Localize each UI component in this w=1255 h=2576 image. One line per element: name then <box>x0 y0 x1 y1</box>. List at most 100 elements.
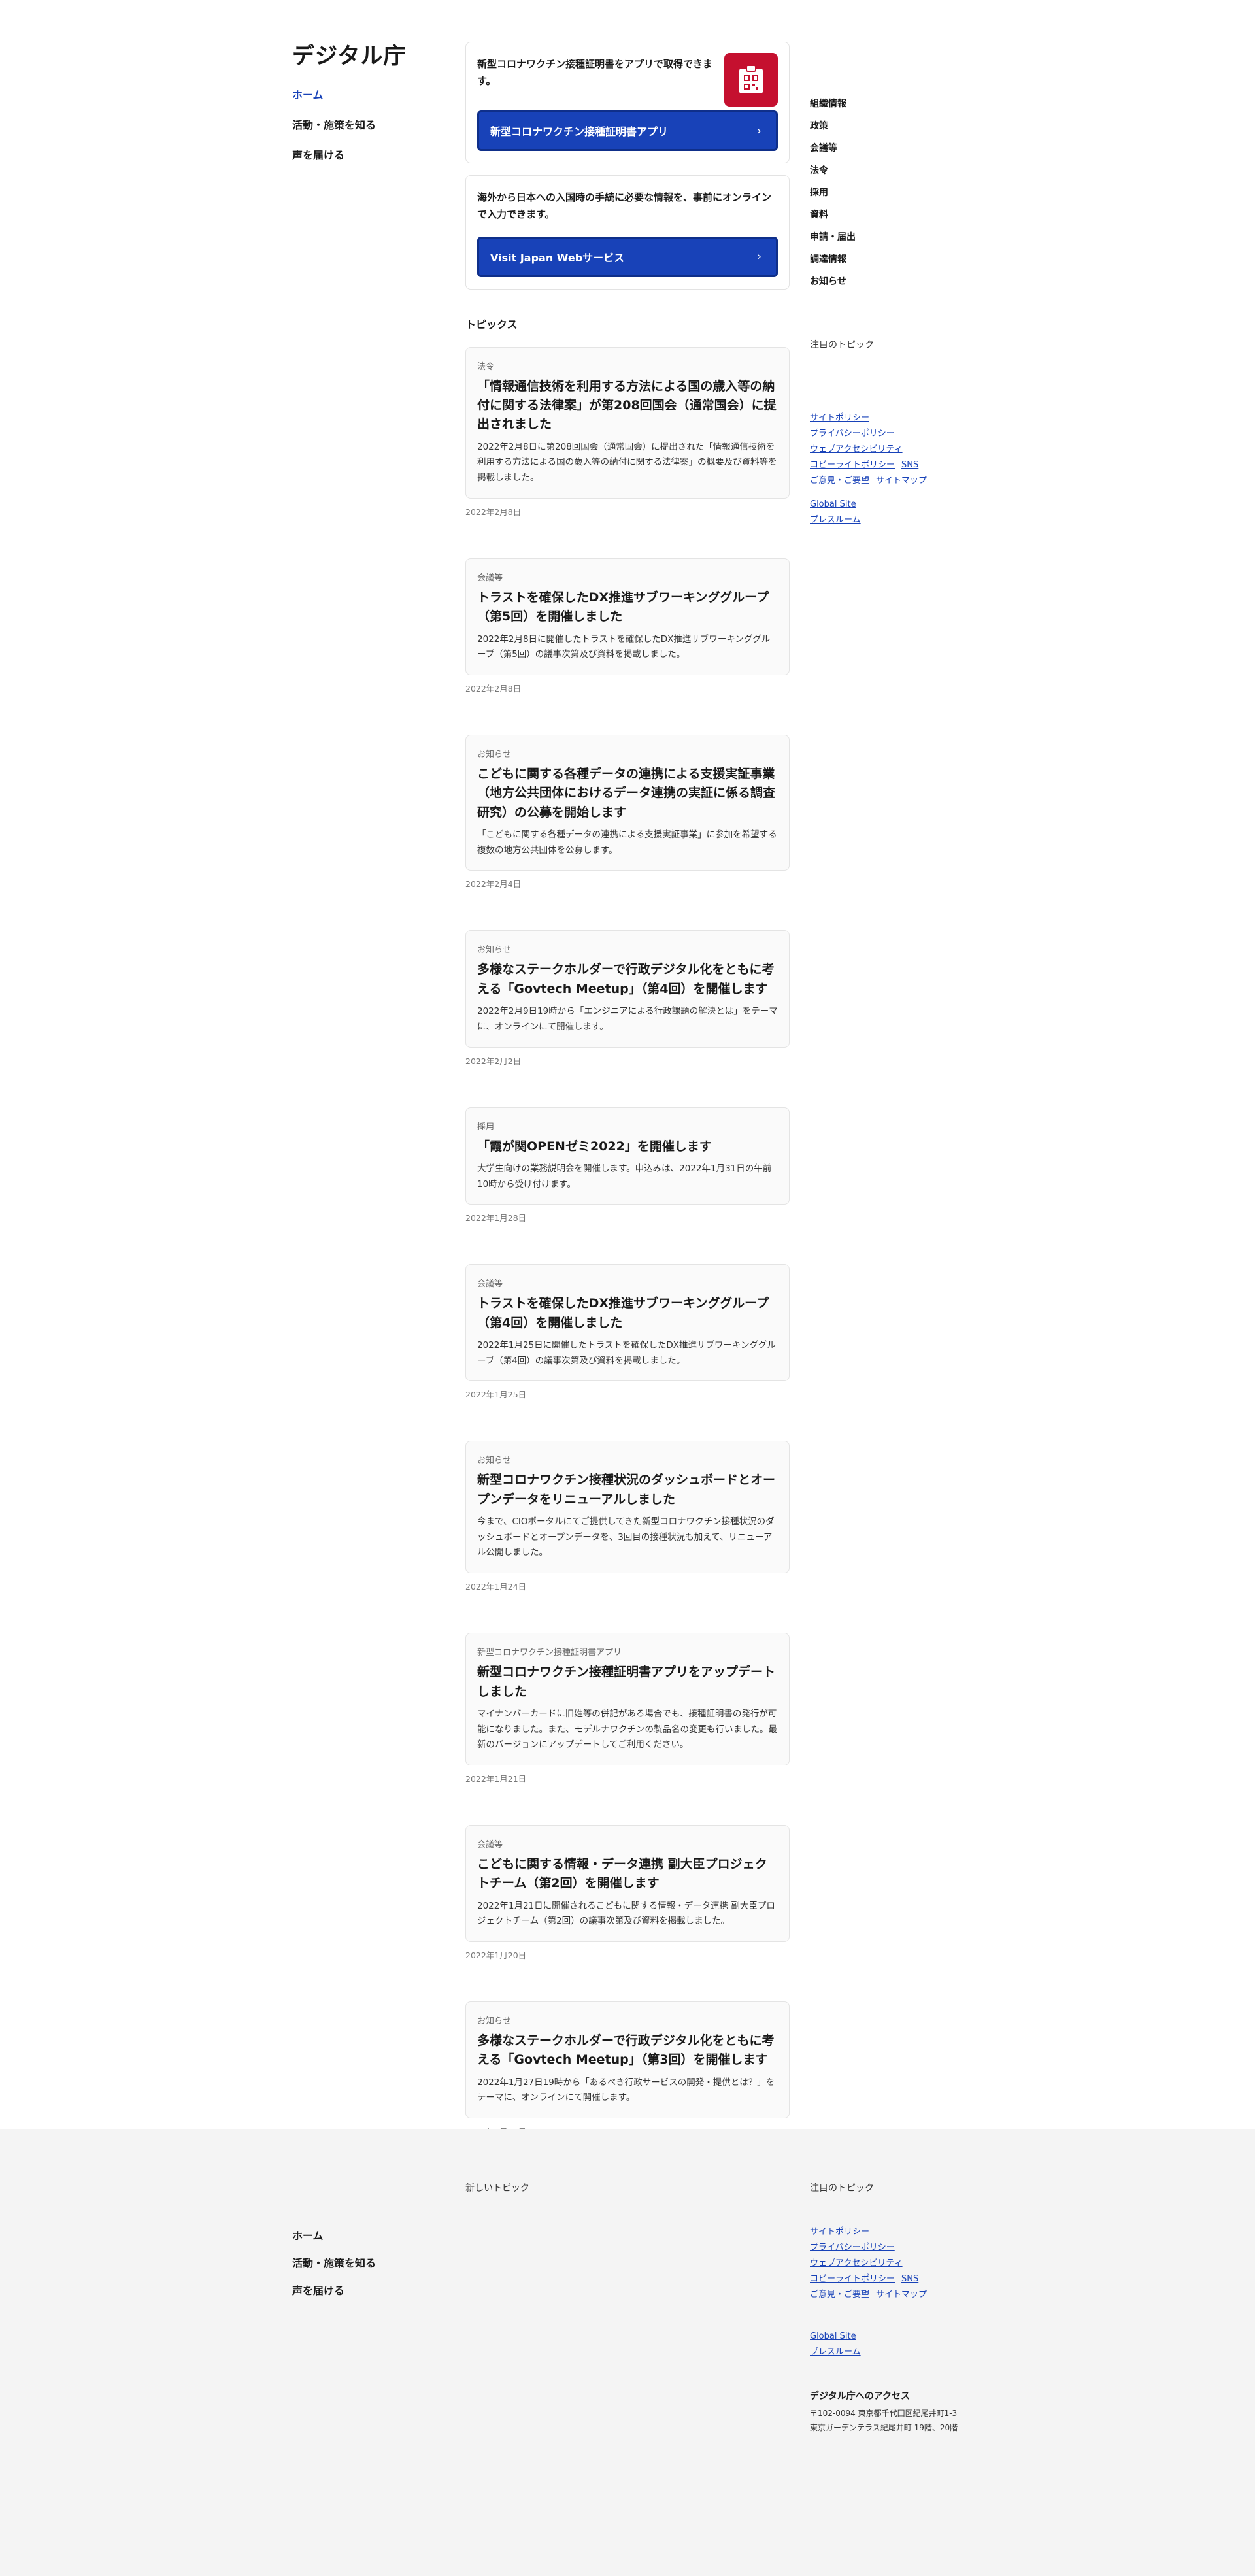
news-description: 「こどもに関する各種データの連携による支援実証事業」に参加を希望する複数の地方公… <box>477 829 777 856</box>
chevron-right-icon: › <box>756 124 761 138</box>
news-category: お知らせ <box>477 945 511 956</box>
promo-card-vaccine: 新型コロナワクチン接種証明書をアプリで取得できます。 新型コロナワクチン接種証明… <box>465 42 790 163</box>
news-card[interactable]: 法令 「情報通信技術を利用する方法による国の歳入等の納付に関する法律案」が第20… <box>465 346 790 499</box>
news-date: 2022年2月8日 <box>465 507 522 517</box>
promo-text: 新型コロナワクチン接種証明書をアプリで取得できます。 <box>477 58 713 88</box>
news-category: お知らせ <box>477 749 511 760</box>
access-heading: デジタル庁へのアクセス <box>810 2391 911 2401</box>
news-description: 2022年1月27日19時から「あるべき行政サービスの開発・提供とは？」をテーマ… <box>477 2077 775 2103</box>
topics-heading: トピックス <box>465 318 518 331</box>
news-title: 新型コロナワクチン接種証明書アプリをアップデートしました <box>477 1665 776 1699</box>
nav-item-voice[interactable]: 声を届ける <box>292 146 376 162</box>
feedback-link[interactable]: ご意見・ご要望 <box>810 473 869 489</box>
news-card[interactable]: 会議等 こどもに関する情報・データ連携 副大臣プロジェクトチーム（第2回）を開催… <box>465 1824 790 1942</box>
press-room-link[interactable]: プレスルーム <box>810 512 861 528</box>
copyright-link[interactable]: コピーライトポリシー <box>810 2271 895 2287</box>
right-nav-item-policy[interactable]: 政策 <box>810 119 856 132</box>
right-nav-item-meetings[interactable]: 会議等 <box>810 141 856 154</box>
visit-japan-button[interactable]: Visit Japan Webサービス › <box>477 236 778 277</box>
nav-item-activities[interactable]: 活動・施策を知る <box>292 116 376 132</box>
accessibility-link[interactable]: ウェブアクセシビリティ <box>810 2256 903 2271</box>
news-description: 2022年1月21日に開催されるこどもに関する情報・データ連携 副大臣プロジェク… <box>477 1900 775 1927</box>
news-title: トラストを確保したDX推進サブワーキンググループ（第5回）を開催しました <box>477 590 769 624</box>
news-category: 新型コロナワクチン接種証明書アプリ <box>477 1648 622 1658</box>
access-address: 〒102-0094 東京都千代田区紀尾井町1-3 東京ガーデンテラス紀尾井町 1… <box>810 2409 958 2433</box>
nav-item-home[interactable]: ホーム <box>292 86 376 102</box>
news-card[interactable]: 会議等 トラストを確保したDX推進サブワーキンググループ（第4回）を開催しました… <box>465 1264 790 1382</box>
site-policy-link[interactable]: サイトポリシー <box>810 2224 869 2240</box>
policy-links: サイトポリシープライバシーポリシー ウェブアクセシビリティ コピーライトポリシー… <box>810 410 967 489</box>
news-card[interactable]: お知らせ こどもに関する各種データの連携による支援実証事業（地方公共団体における… <box>465 734 790 871</box>
global-site-link[interactable]: Global Site <box>810 2329 861 2345</box>
news-category: 採用 <box>477 1122 495 1132</box>
news-category: 会議等 <box>477 573 503 583</box>
news-category: 法令 <box>477 361 495 372</box>
news-date: 2022年1月25日 <box>465 1390 527 1400</box>
news-description: 2022年2月9日19時から「エンジニアによる行政課題の解決とは」をテーマに、オ… <box>477 1006 778 1032</box>
privacy-policy-link[interactable]: プライバシーポリシー <box>810 426 895 442</box>
sitemap-link[interactable]: サイトマップ <box>876 2287 927 2303</box>
news-description: マイナンバーカードに旧姓等の併記がある場合でも、接種証明書の発行が可能になりまし… <box>477 1708 777 1750</box>
promo-text: 海外から日本への入国時の手続に必要な情報を、事前にオンラインで入力できます。 <box>477 192 772 221</box>
chevron-right-icon: › <box>756 250 761 263</box>
right-nav-item-procurement[interactable]: 調達情報 <box>810 252 856 265</box>
footer-featured-heading: 注目のトピック <box>810 2183 874 2194</box>
footer-nav: ホーム 活動・施策を知る 声を届ける <box>292 2227 376 2309</box>
right-nav-item-applications[interactable]: 申請・届出 <box>810 230 856 243</box>
news-title: こどもに関する各種データの連携による支援実証事業（地方公共団体におけるデータ連携… <box>477 766 776 820</box>
global-site-link[interactable]: Global Site <box>810 497 861 512</box>
news-date: 2022年1月28日 <box>465 1213 527 1224</box>
right-nav-item-news[interactable]: お知らせ <box>810 275 856 288</box>
right-nav: 組織情報 政策 会議等 法令 採用 資料 申請・届出 調達情報 お知らせ <box>810 97 856 297</box>
news-title: 新型コロナワクチン接種状況のダッシュボードとオープンデータをリニューアルしました <box>477 1473 776 1507</box>
news-title: こどもに関する情報・データ連携 副大臣プロジェクトチーム（第2回）を開催します <box>477 1856 767 1891</box>
press-room-link[interactable]: プレスルーム <box>810 2345 861 2360</box>
news-date: 2022年2月8日 <box>465 683 522 694</box>
footer-extra-links: Global Site プレスルーム <box>810 2329 861 2360</box>
news-card[interactable]: 採用 「霞が関OPENゼミ2022」を開催します 大学生向けの業務説明会を開催し… <box>465 1107 790 1205</box>
feedback-link[interactable]: ご意見・ご要望 <box>810 2287 869 2303</box>
news-date: 2022年2月4日 <box>465 879 522 890</box>
news-category: お知らせ <box>477 1456 511 1466</box>
sns-link[interactable]: SNS <box>901 2271 918 2287</box>
vaccine-app-button[interactable]: 新型コロナワクチン接種証明書アプリ › <box>477 110 778 151</box>
main-content: 新型コロナワクチン接種証明書をアプリで取得できます。 新型コロナワクチン接種証明… <box>465 42 790 2178</box>
news-description: 今まで、CIOポータルにてご提供してきた新型コロナワクチン接種状況のダッシュボー… <box>477 1516 775 1558</box>
right-nav-item-recruit[interactable]: 採用 <box>810 186 856 199</box>
left-nav: ホーム 活動・施策を知る 声を届ける <box>292 86 376 176</box>
news-date: 2022年1月24日 <box>465 1582 527 1592</box>
button-label: 新型コロナワクチン接種証明書アプリ <box>490 125 669 138</box>
featured-topics-heading: 注目のトピック <box>810 340 874 350</box>
sns-link[interactable]: SNS <box>901 458 918 473</box>
promo-card-visit-japan: 海外から日本への入国時の手続に必要な情報を、事前にオンラインで入力できます。 V… <box>465 175 790 290</box>
copyright-link[interactable]: コピーライトポリシー <box>810 458 895 473</box>
footer-nav-activities[interactable]: 活動・施策を知る <box>292 2254 376 2270</box>
news-card[interactable]: お知らせ 新型コロナワクチン接種状況のダッシュボードとオープンデータをリニューア… <box>465 1441 790 1574</box>
extra-links: Global Site プレスルーム <box>810 497 861 528</box>
news-title: 多様なステークホルダーで行政デジタル化をともに考える「Govtech Meetu… <box>477 2033 775 2067</box>
news-date: 2022年1月21日 <box>465 1773 527 1784</box>
accessibility-link[interactable]: ウェブアクセシビリティ <box>810 442 903 458</box>
sitemap-link[interactable]: サイトマップ <box>876 473 927 489</box>
news-title: 多様なステークホルダーで行政デジタル化をともに考える「Govtech Meetu… <box>477 962 775 996</box>
footer-new-topics-heading: 新しいトピック <box>465 2183 529 2194</box>
news-card[interactable]: 会議等 トラストを確保したDX推進サブワーキンググループ（第5回）を開催しました… <box>465 558 790 675</box>
privacy-policy-link[interactable]: プライバシーポリシー <box>810 2240 895 2256</box>
site-logo[interactable]: デジタル庁 <box>292 38 406 70</box>
news-card[interactable]: 新型コロナワクチン接種証明書アプリ 新型コロナワクチン接種証明書アプリをアップデ… <box>465 1633 790 1765</box>
news-card[interactable]: お知らせ 多様なステークホルダーで行政デジタル化をともに考える「Govtech … <box>465 2001 790 2119</box>
right-nav-item-laws[interactable]: 法令 <box>810 163 856 176</box>
news-title: 「情報通信技術を利用する方法による国の歳入等の納付に関する法律案」が第208回国… <box>477 378 777 432</box>
right-nav-item-organization[interactable]: 組織情報 <box>810 97 856 110</box>
footer-policy-links: サイトポリシー プライバシーポリシー ウェブアクセシビリティ コピーライトポリシ… <box>810 2224 967 2303</box>
right-nav-item-documents[interactable]: 資料 <box>810 208 856 221</box>
footer-nav-voice[interactable]: 声を届ける <box>292 2282 376 2298</box>
news-category: 会議等 <box>477 1279 503 1290</box>
news-title: トラストを確保したDX推進サブワーキンググループ（第4回）を開催しました <box>477 1296 769 1330</box>
button-label: Visit Japan Webサービス <box>490 251 625 264</box>
news-list: 法令 「情報通信技術を利用する方法による国の歳入等の納付に関する法律案」が第20… <box>465 346 790 2138</box>
footer-nav-home[interactable]: ホーム <box>292 2227 376 2243</box>
site-policy-link[interactable]: サイトポリシー <box>810 410 869 426</box>
news-description: 2022年2月8日に開催したトラストを確保したDX推進サブワーキンググループ（第… <box>477 633 771 660</box>
news-card[interactable]: お知らせ 多様なステークホルダーで行政デジタル化をともに考える「Govtech … <box>465 930 790 1048</box>
